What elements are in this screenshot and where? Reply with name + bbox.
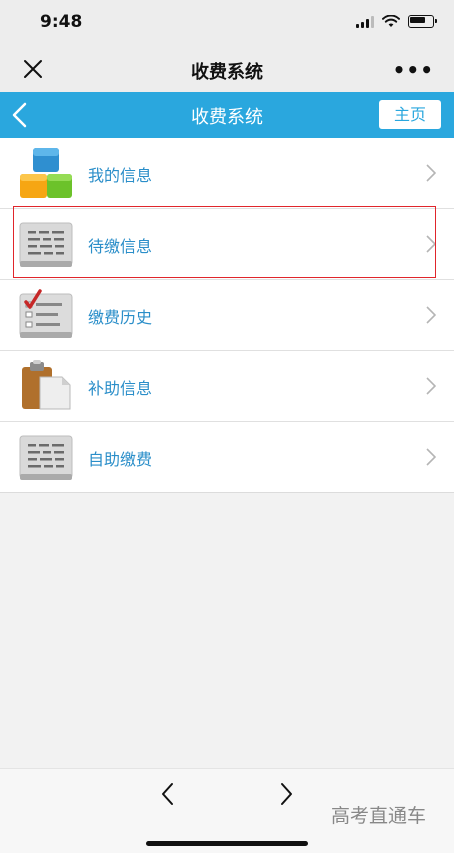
home-indicator xyxy=(146,841,308,846)
wechat-title-bar: 收费系统 ••• xyxy=(0,46,454,92)
menu-item-my-info[interactable]: 我的信息 xyxy=(0,138,454,209)
back-arrow-icon[interactable] xyxy=(158,781,178,807)
chevron-right-icon xyxy=(426,306,436,324)
more-options-icon[interactable]: ••• xyxy=(393,58,434,82)
watermark-text: 高考直通车 xyxy=(330,805,426,827)
status-time: 9:48 xyxy=(40,12,83,32)
chevron-right-icon xyxy=(426,377,436,395)
forward-arrow-icon[interactable] xyxy=(276,781,296,807)
chevron-right-icon xyxy=(426,235,436,253)
chevron-right-icon xyxy=(426,164,436,182)
clipboard-icon xyxy=(22,360,71,410)
menu-item-label: 我的信息 xyxy=(88,166,153,185)
wifi-icon xyxy=(382,15,400,27)
menu-item-payment-history[interactable]: 缴费历史 xyxy=(0,280,454,351)
checklist-icon xyxy=(19,289,73,338)
battery-icon xyxy=(408,15,437,28)
menu-item-label: 待缴信息 xyxy=(88,237,153,256)
menu-item-self-payment[interactable]: 自助缴费 xyxy=(0,422,454,493)
document-lines-icon xyxy=(19,435,73,480)
menu-list: 我的信息 待缴信息 缴费历史 补助信息 自助缴费 xyxy=(0,138,454,493)
menu-item-label: 补助信息 xyxy=(88,379,153,398)
home-button[interactable]: 主页 xyxy=(379,100,441,129)
bottom-toolbar: 高考直通车 xyxy=(0,768,454,853)
document-lines-icon xyxy=(19,222,73,267)
wechat-title: 收费系统 xyxy=(191,62,263,83)
blocks-icon xyxy=(20,148,72,198)
chevron-right-icon xyxy=(426,448,436,466)
menu-item-pending-info[interactable]: 待缴信息 xyxy=(0,209,454,280)
menu-item-label: 缴费历史 xyxy=(88,308,153,327)
menu-item-subsidy-info[interactable]: 补助信息 xyxy=(0,351,454,422)
status-icons xyxy=(356,15,437,28)
menu-item-label: 自助缴费 xyxy=(88,450,153,469)
signal-icon xyxy=(356,15,374,28)
app-nav-bar: 收费系统 主页 xyxy=(0,92,454,138)
status-bar: 9:48 xyxy=(0,0,454,46)
